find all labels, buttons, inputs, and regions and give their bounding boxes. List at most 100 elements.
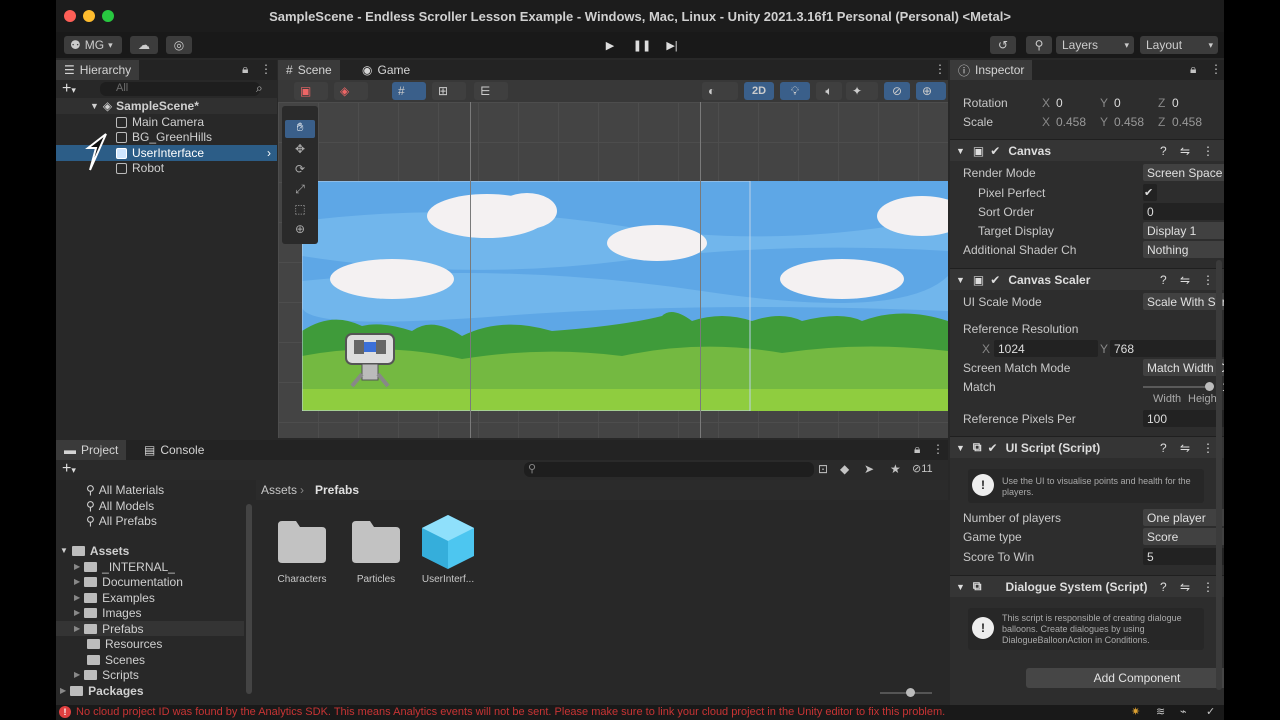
draw-mode-dropdown[interactable]: ▣: [294, 82, 328, 100]
tab-project[interactable]: ▬ Project: [56, 440, 127, 460]
target-display-dropdown[interactable]: Display 1: [1143, 222, 1224, 239]
kebab-menu-icon[interactable]: ⋮: [934, 62, 946, 76]
hierarchy-search-input[interactable]: All: [100, 82, 260, 96]
network-icon[interactable]: ⌁: [1180, 705, 1187, 718]
audio-toggle[interactable]: 🔈︎: [816, 82, 842, 100]
tree-item-folder[interactable]: ▶ Documentation: [74, 574, 183, 589]
scene-viewport[interactable]: ✋︎ ✥ ⟳ ⤢ ⬚ ⊕: [278, 102, 948, 438]
cloud-button[interactable]: ☁: [130, 36, 158, 54]
tree-item-packages[interactable]: ▶ Packages: [60, 683, 144, 698]
render-mode-dropdown[interactable]: Screen Space - Ov: [1143, 164, 1224, 181]
breadcrumb-assets[interactable]: Assets: [261, 483, 297, 497]
rotate-tool-button[interactable]: ⟳: [285, 162, 315, 180]
lock-icon[interactable]: 🔒︎: [1190, 62, 1196, 77]
dialogue-system-component-header[interactable]: ▼ ⧉ Dialogue System (Script) ? ⇋ ⋮: [950, 575, 1224, 597]
layout-dropdown[interactable]: Layout ▾: [1140, 36, 1218, 54]
transform-tool-button[interactable]: ⊕: [285, 222, 315, 240]
layers-dropdown[interactable]: Layers ▾: [1056, 36, 1134, 54]
visibility-toggle[interactable]: ⊘: [884, 82, 910, 100]
icon-size-slider-thumb[interactable]: [906, 688, 915, 697]
kebab-menu-icon[interactable]: ⋮: [1202, 580, 1214, 594]
asset-item[interactable]: UserInterf...: [416, 515, 480, 585]
play-button[interactable]: ▶: [596, 36, 624, 54]
2d-toggle[interactable]: 2D: [744, 82, 774, 100]
tab-inspector[interactable]: ⓘ Inspector: [950, 60, 1033, 80]
sort-order-field[interactable]: 0: [1143, 203, 1224, 220]
reference-x-field[interactable]: 1024: [994, 340, 1098, 357]
match-slider-thumb[interactable]: [1205, 382, 1214, 391]
reference-pixels-field[interactable]: 100: [1143, 410, 1224, 427]
ui-scale-mode-dropdown[interactable]: Scale With Screen: [1143, 293, 1224, 310]
create-asset-button[interactable]: +▾: [62, 460, 76, 478]
lighting-toggle[interactable]: 💡︎: [780, 82, 810, 100]
favorite-item[interactable]: ⚲ All Models: [86, 498, 154, 513]
kebab-menu-icon[interactable]: ⋮: [1202, 273, 1214, 287]
number-of-players-dropdown[interactable]: One player: [1143, 509, 1224, 526]
tree-item-folder[interactable]: Resources: [87, 636, 162, 651]
tab-console[interactable]: ▤ Console: [136, 440, 212, 460]
lightbulb-icon[interactable]: ✷: [1131, 705, 1140, 718]
tree-item-folder-selected[interactable]: ▶ Prefabs: [56, 621, 244, 636]
canvas-component-header[interactable]: ▼ ▣ ✔ Canvas ? ⇋ ⋮: [950, 139, 1224, 161]
status-message[interactable]: No cloud project ID was found by the Ana…: [76, 706, 1126, 718]
hidden-packages-toggle[interactable]: ⊘11: [912, 462, 933, 475]
rect-tool-button[interactable]: ⬚: [285, 202, 315, 220]
ui-script-component-header[interactable]: ▼ ⧉ ✔ UI Script (Script) ? ⇋ ⋮: [950, 436, 1224, 458]
kebab-menu-icon[interactable]: ⋮: [1202, 144, 1214, 158]
gizmos-dropdown[interactable]: ⊕: [916, 82, 946, 100]
move-tool-button[interactable]: ✥: [285, 142, 315, 160]
tab-scene[interactable]: # Scene: [278, 60, 340, 80]
search-by-label-icon[interactable]: ◆: [840, 462, 849, 476]
tree-item-folder[interactable]: ▶ _INTERNAL_: [74, 559, 175, 574]
canvas-scaler-component-header[interactable]: ▼ ▣ ✔ Canvas Scaler ? ⇋ ⋮: [950, 268, 1224, 290]
inspector-scrollbar[interactable]: [1216, 260, 1222, 690]
search-button[interactable]: ⚲: [1026, 36, 1052, 54]
enabled-checkbox[interactable]: ✔: [990, 273, 1000, 287]
account-dropdown[interactable]: ⚉ MG ▾: [64, 36, 122, 54]
project-search-input[interactable]: ⚲: [524, 462, 814, 477]
kebab-menu-icon[interactable]: ⋮: [260, 62, 272, 76]
enabled-checkbox[interactable]: ✔: [988, 441, 998, 455]
add-object-button[interactable]: +▾: [62, 80, 92, 97]
scale-tool-button[interactable]: ⤢: [285, 182, 315, 200]
kebab-menu-icon[interactable]: ⋮: [1202, 441, 1214, 455]
gizmo-dropdown[interactable]: ◈: [334, 82, 368, 100]
tree-scrollbar[interactable]: [246, 504, 252, 694]
additional-shader-dropdown[interactable]: Nothing: [1143, 241, 1224, 258]
effects-dropdown[interactable]: ✦: [846, 82, 878, 100]
preset-icon[interactable]: ⇋: [1180, 273, 1190, 287]
game-type-dropdown[interactable]: Score: [1143, 528, 1224, 545]
align-dropdown[interactable]: ⋿: [474, 82, 508, 100]
hierarchy-item-main-camera[interactable]: Main Camera: [56, 114, 277, 130]
kebab-menu-icon[interactable]: ⋮: [1210, 62, 1222, 76]
search-by-type-icon[interactable]: ⊡: [818, 462, 828, 476]
scale-z-field[interactable]: 0.458: [1168, 113, 1212, 130]
enabled-checkbox[interactable]: ✔: [990, 144, 1000, 158]
help-icon[interactable]: ?: [1160, 441, 1167, 455]
collab-button[interactable]: ◎: [166, 36, 192, 54]
scale-y-field[interactable]: 0.458: [1110, 113, 1154, 130]
lock-icon[interactable]: 🔒︎: [242, 62, 248, 77]
tab-hierarchy[interactable]: ☰ Hierarchy: [56, 60, 140, 80]
score-to-win-field[interactable]: 5: [1143, 548, 1224, 565]
pause-button[interactable]: ❚❚: [628, 36, 656, 54]
rotation-x-field[interactable]: 0: [1052, 94, 1096, 111]
breadcrumb-prefabs[interactable]: Prefabs: [315, 483, 359, 497]
tree-item-folder[interactable]: ▶ Scripts: [74, 667, 139, 682]
hand-tool-button[interactable]: ✋︎: [285, 120, 315, 138]
screen-match-mode-dropdown[interactable]: Match Width Or He: [1143, 359, 1224, 376]
favorite-star-icon[interactable]: ★: [890, 462, 901, 476]
pixel-perfect-checkbox[interactable]: ✔: [1143, 184, 1157, 201]
step-button[interactable]: ▶|: [658, 36, 686, 54]
history-button[interactable]: ↺: [990, 36, 1016, 54]
check-circle-icon[interactable]: ✓: [1206, 705, 1215, 718]
reference-y-field[interactable]: 768: [1110, 340, 1224, 357]
tree-item-assets[interactable]: ▼ Assets: [60, 543, 129, 558]
preset-icon[interactable]: ⇋: [1180, 580, 1190, 594]
rotation-y-field[interactable]: 0: [1110, 94, 1154, 111]
asset-item[interactable]: Characters: [270, 515, 334, 585]
tab-game[interactable]: ◉ Game: [354, 60, 418, 80]
scale-x-field[interactable]: 0.458: [1052, 113, 1096, 130]
favorite-item[interactable]: ⚲ All Prefabs: [86, 513, 157, 528]
add-component-button[interactable]: Add Component: [1026, 668, 1224, 688]
